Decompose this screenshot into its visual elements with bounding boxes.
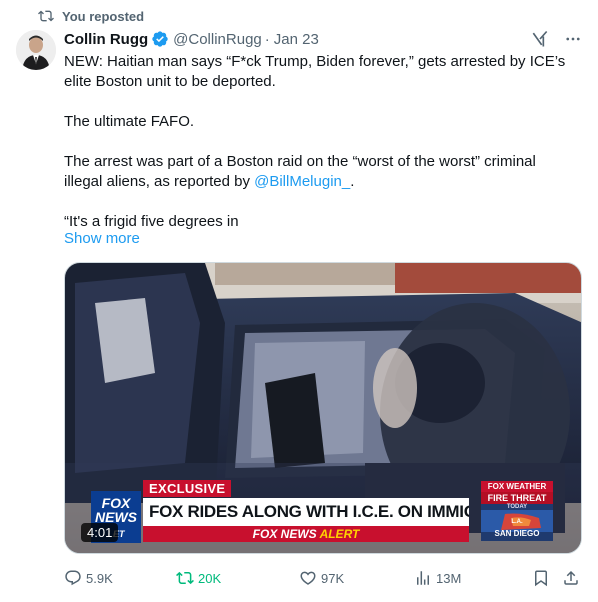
reply-button[interactable]: 5.9K — [64, 568, 113, 588]
tweet-paragraph-4: “It's a frigid five degrees in — [64, 213, 239, 230]
tweet-paragraph-3-end: . — [350, 173, 355, 190]
tweet-header: Collin Rugg @CollinRugg · Jan 23 — [64, 28, 582, 50]
share-button[interactable] — [562, 568, 580, 588]
fox-weather-box: FOX WEATHER FIRE THREAT TODAY L.A. SAN D… — [481, 481, 553, 541]
chyron-headline: FOX RIDES ALONG WITH I.C.E. ON IMMIGRATI… — [143, 498, 469, 526]
author-handle[interactable]: @CollinRugg — [173, 31, 262, 48]
separator-dot: · — [264, 30, 270, 48]
repost-indicator[interactable]: You reposted — [38, 8, 144, 24]
repost-label: You reposted — [62, 8, 145, 24]
fox-logo-text: FOX NEWS — [95, 495, 137, 525]
weather-brand: FOX WEATHER — [481, 481, 553, 492]
verified-badge-icon[interactable] — [151, 30, 169, 48]
share-icon — [564, 570, 578, 585]
video-duration: 4:01 — [81, 523, 119, 542]
repost-count: 20K — [198, 570, 222, 586]
mention-link[interactable]: @BillMelugin_ — [254, 173, 350, 190]
reply-icon — [65, 570, 81, 586]
grok-icon[interactable] — [530, 29, 550, 49]
tweet-text: NEW: Haitian man says “F*ck Trump, Biden… — [64, 52, 574, 232]
repost-icon — [38, 10, 54, 22]
tweet-paragraph-3: The arrest was part of a Boston raid on … — [64, 152, 574, 192]
avatar[interactable] — [16, 30, 56, 70]
reply-count: 5.9K — [86, 570, 113, 586]
views-button[interactable]: 13M — [414, 568, 461, 588]
bookmark-button[interactable] — [532, 568, 550, 588]
repost-action-icon — [176, 571, 194, 585]
chyron-exclusive: EXCLUSIVE — [143, 480, 232, 497]
author-name[interactable]: Collin Rugg — [64, 31, 148, 48]
weather-city: SAN DIEGO — [494, 529, 540, 538]
views-count: 13M — [436, 570, 462, 586]
chyron-alert-word: ALERT — [319, 527, 360, 541]
bookmark-icon — [535, 570, 547, 587]
weather-threat: FIRE THREAT — [481, 492, 553, 504]
like-button[interactable]: 97K — [299, 568, 344, 588]
tweet-date[interactable]: Jan 23 — [274, 31, 319, 48]
chyron-alert-brand: FOX NEWS — [252, 527, 317, 541]
repost-button[interactable]: 20K — [176, 568, 221, 588]
like-count: 97K — [321, 570, 345, 586]
views-icon — [417, 571, 429, 585]
weather-city-short: L.A. — [511, 519, 523, 525]
avatar-image — [16, 30, 56, 70]
show-more-link[interactable]: Show more — [64, 230, 140, 247]
like-icon — [300, 571, 316, 585]
action-bar: 5.9K 20K 97K 13M — [64, 568, 584, 588]
chyron-alert: FOX NEWS ALERT — [143, 526, 469, 542]
tweet-paragraph-1: NEW: Haitian man says “F*ck Trump, Biden… — [64, 53, 566, 90]
more-icon[interactable] — [564, 30, 582, 48]
tweet-paragraph-2: The ultimate FAFO. — [64, 113, 195, 130]
video-player[interactable]: FOX NEWS LET EXCLUSIVE FOX RIDES ALONG W… — [64, 262, 582, 554]
